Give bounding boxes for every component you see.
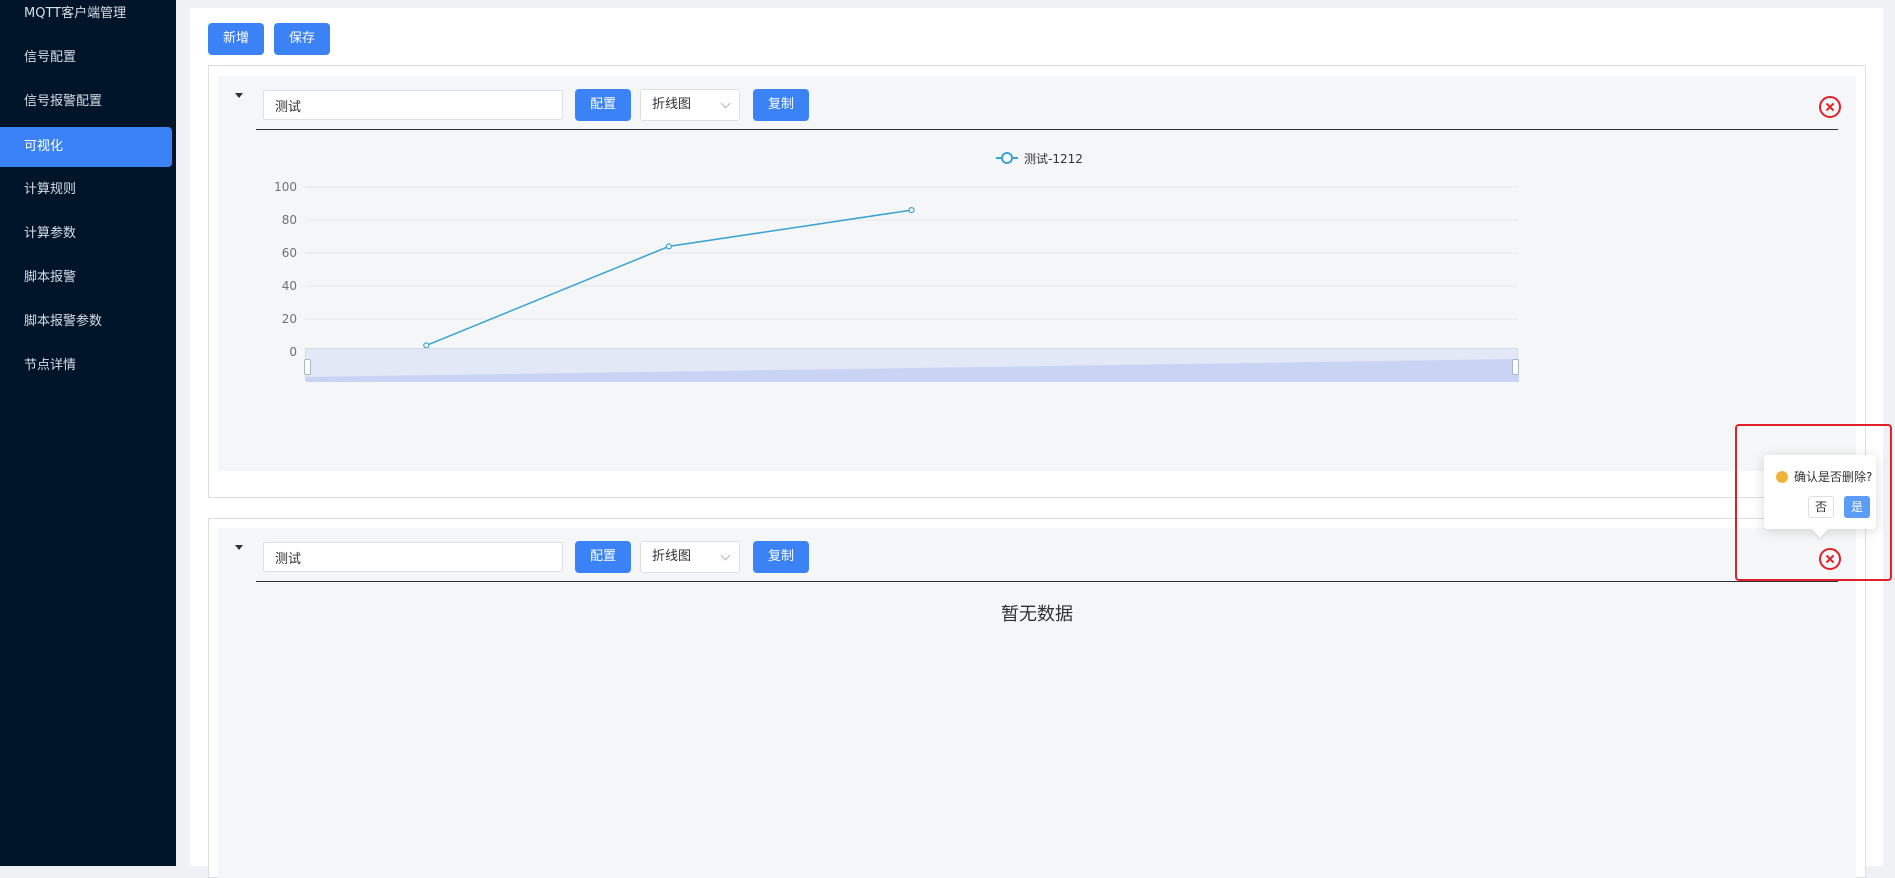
panel-name-input[interactable] (263, 542, 563, 572)
sidebar-item-signal-config[interactable]: 信号配置 (0, 38, 176, 78)
chart-panel-1: 配置 折线图 复制 测试-1212 020406080100 (208, 65, 1866, 498)
chart-panel-2: 配置 折线图 复制 暂无数据 (208, 518, 1866, 878)
chart-type-value: 折线图 (652, 97, 692, 112)
delete-panel-icon[interactable] (1819, 96, 1841, 118)
datazoom-preview (306, 359, 1519, 382)
chart-type-select[interactable]: 折线图 (640, 89, 740, 121)
chart-type-value: 折线图 (652, 549, 692, 564)
datazoom-right-handle[interactable] (1512, 359, 1519, 375)
datazoom-slider[interactable] (304, 348, 1519, 382)
sidebar-item-signal-alarm-config[interactable]: 信号报警配置 (0, 82, 176, 122)
confirm-yes-button[interactable]: 是 (1844, 496, 1870, 518)
line-chart-svg: 0 20 40 60 80 100 (274, 180, 1518, 359)
sidebar-item-script-alarm-params[interactable]: 脚本报警参数 (0, 302, 176, 342)
panel-header-divider (256, 581, 1838, 582)
series-line (426, 209, 912, 347)
data-point[interactable] (665, 243, 672, 250)
sidebar-item-calc-rules[interactable]: 计算规则 (0, 170, 176, 210)
chart-type-select[interactable]: 折线图 (640, 541, 740, 573)
y-tick-label: 20 (282, 312, 297, 326)
chart-panel-1-body: 配置 折线图 复制 测试-1212 020406080100 (218, 76, 1856, 471)
confirm-no-button[interactable]: 否 (1808, 496, 1834, 518)
datazoom-left-handle[interactable] (304, 359, 311, 375)
save-button[interactable]: 保存 (274, 23, 330, 55)
sidebar-item-script-alarm[interactable]: 脚本报警 (0, 258, 176, 298)
data-point[interactable] (908, 206, 915, 214)
main-content: 新增 保存 配置 折线图 复制 测试-1212 020406080100 (190, 8, 1883, 878)
y-tick-label: 40 (282, 279, 297, 293)
sidebar-item-visualization[interactable]: 可视化 (0, 127, 172, 167)
chevron-down-icon (720, 98, 731, 109)
y-tick-label: 80 (282, 213, 297, 227)
config-button[interactable]: 配置 (575, 541, 631, 573)
copy-button[interactable]: 复制 (753, 89, 809, 121)
warning-icon (1776, 471, 1788, 483)
sidebar: MQTT客户端管理 信号配置 信号报警配置 可视化 计算规则 计算参数 脚本报警… (0, 0, 176, 866)
panel-header-divider (256, 129, 1838, 130)
y-tick-label: 100 (274, 180, 297, 194)
chevron-down-icon (720, 550, 731, 561)
sidebar-item-mqtt-clients[interactable]: MQTT客户端管理 (0, 0, 176, 34)
y-tick-label: 0 (289, 345, 297, 359)
panel-name-input[interactable] (263, 90, 563, 120)
popconfirm-message: 确认是否删除? (1794, 470, 1873, 484)
config-button[interactable]: 配置 (575, 89, 631, 121)
empty-state-text: 暂无数据 (1001, 604, 1073, 625)
copy-button[interactable]: 复制 (753, 541, 809, 573)
collapse-caret-icon[interactable] (235, 545, 243, 550)
sidebar-item-calc-params[interactable]: 计算参数 (0, 214, 176, 254)
add-button[interactable]: 新增 (208, 23, 264, 55)
y-tick-label: 60 (282, 246, 297, 260)
collapse-caret-icon[interactable] (235, 93, 243, 98)
sidebar-item-node-details[interactable]: 节点详情 (0, 346, 176, 386)
chart-panel-2-body: 配置 折线图 复制 暂无数据 (218, 528, 1856, 878)
delete-popconfirm: 确认是否删除? 否 是 (1764, 455, 1876, 538)
